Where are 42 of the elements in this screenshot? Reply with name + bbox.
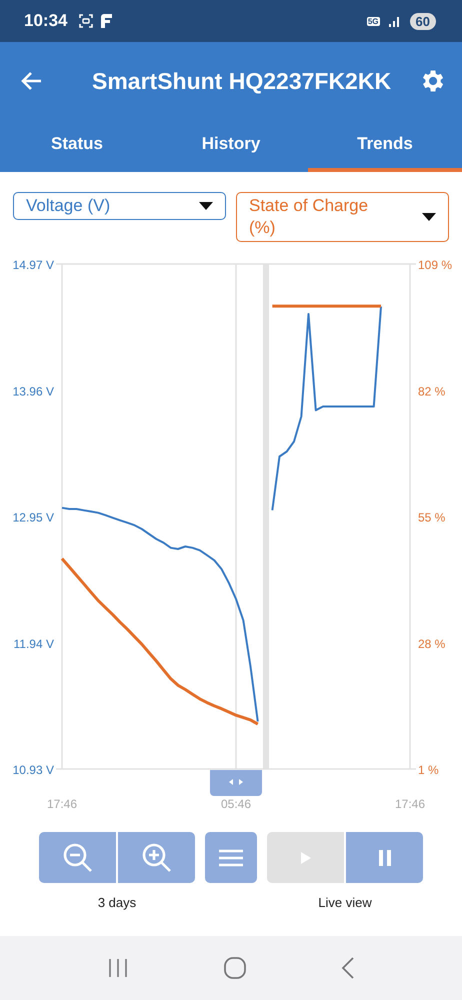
caret-icon (422, 213, 436, 221)
control-caption: Live view (318, 895, 372, 910)
axis-label: 14.97 V (12, 258, 54, 272)
caret-icon (199, 202, 213, 210)
axis-label: 55 % (418, 510, 446, 524)
zoom-out-button[interactable] (39, 832, 116, 883)
battery-indicator: 60 (410, 12, 436, 30)
axis-label: 05:46 (220, 797, 252, 811)
signal-icon (388, 15, 402, 27)
series-dropdown[interactable]: Voltage (V) (13, 192, 226, 220)
axis-label: 10.93 V (12, 763, 54, 777)
pause-button[interactable] (346, 832, 423, 883)
axis-label: 11.94 V (14, 636, 54, 651)
axis-label: 1 % (418, 763, 439, 777)
axis-label: 109 % (418, 258, 452, 272)
tab[interactable]: Trends (308, 120, 462, 172)
zoom-out-icon (60, 840, 94, 874)
axis-label: 13.96 V (12, 384, 54, 398)
series-dropdown[interactable]: State of Charge (%) (236, 192, 449, 242)
control-caption: 3 days (98, 895, 136, 910)
axis-label: 28 % (418, 636, 446, 651)
scroll-handle[interactable] (210, 770, 262, 796)
menu-button[interactable] (205, 832, 257, 883)
pause-icon (378, 850, 390, 866)
tab[interactable]: Status (0, 120, 154, 172)
menu-icon (218, 848, 244, 868)
app-icon (101, 14, 112, 28)
recents-icon[interactable] (107, 958, 129, 978)
axis-label: 17:46 (46, 797, 78, 811)
network-indicator: 5G (366, 16, 380, 26)
axis-label: 17:46 (394, 797, 426, 811)
home-icon[interactable] (223, 956, 247, 980)
play-icon (300, 852, 310, 864)
zoom-in-icon (140, 840, 174, 874)
tab[interactable]: History (154, 120, 308, 172)
axis-label: 82 % (418, 384, 446, 398)
device-title: SmartShunt HQ2237FK2KK (92, 68, 392, 94)
back-icon[interactable] (341, 956, 355, 980)
axis-label: 12.95 V (12, 510, 54, 524)
screenshot-icon (79, 14, 94, 28)
clock: 10:34 (24, 11, 68, 31)
zoom-in-button[interactable] (118, 832, 195, 883)
